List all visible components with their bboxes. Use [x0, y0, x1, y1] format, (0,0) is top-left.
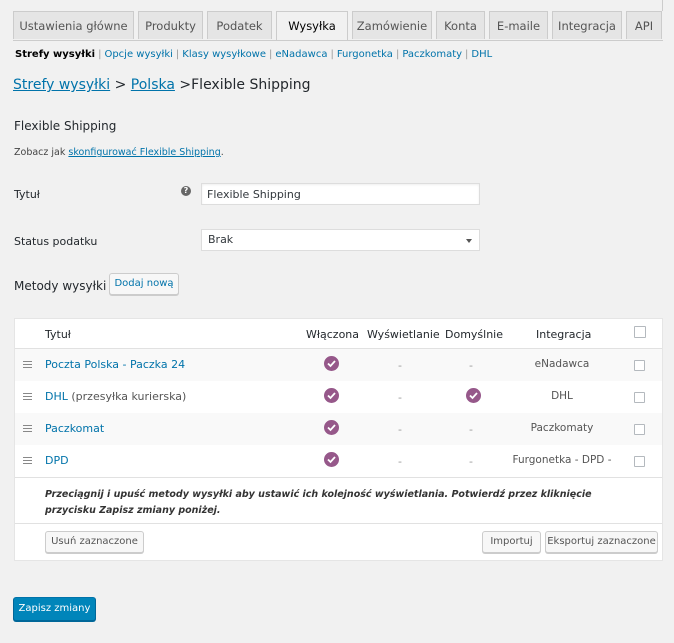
- tabs-divider: [13, 40, 663, 41]
- col-integration: Integracja: [536, 328, 592, 341]
- shipping-subnav: Strefy wysyłki | Opcje wysyłki | Klasy wysył…: [15, 49, 493, 60]
- scroll-edge: [662, 0, 663, 11]
- breadcrumb-country-link[interactable]: Polska: [131, 77, 175, 93]
- subnav-classes[interactable]: Klasy wysyłkowe: [182, 49, 266, 60]
- enabled-check-icon[interactable]: [324, 388, 339, 403]
- display-value: -: [398, 423, 402, 436]
- method-name[interactable]: Paczkomat: [45, 422, 104, 435]
- integration-value: Furgonetka - DPD -: [512, 454, 612, 466]
- row-checkbox[interactable]: [634, 424, 645, 435]
- display-value: -: [398, 359, 402, 372]
- enabled-check-icon[interactable]: [324, 420, 339, 435]
- default-value: -: [469, 359, 473, 372]
- tax-status-select[interactable]: Brak: [201, 229, 480, 251]
- drag-handle-icon[interactable]: [23, 361, 32, 370]
- tab-accounts[interactable]: Konta: [436, 11, 485, 39]
- default-value: -: [469, 423, 473, 436]
- tab-api[interactable]: API: [626, 11, 662, 39]
- title-label: Tytuł: [14, 188, 40, 201]
- col-display: Wyświetlanie: [367, 328, 440, 341]
- drag-handle-icon[interactable]: [23, 393, 32, 402]
- add-method-button[interactable]: Dodaj nową: [109, 273, 179, 295]
- breadcrumb-current: Flexible Shipping: [191, 77, 311, 93]
- row-checkbox[interactable]: [634, 456, 645, 467]
- subnav-options[interactable]: Opcje wysyłki: [104, 49, 172, 60]
- export-selected-button[interactable]: Eksportuj zaznaczone: [545, 531, 658, 553]
- table-row[interactable]: Poczta Polska - Paczka 24 - - eNadawca: [15, 349, 662, 381]
- col-enabled: Włączona: [306, 328, 360, 341]
- drag-drop-note: Przeciągnij i upuść metody wysyłki aby u…: [45, 489, 592, 516]
- drag-handle-icon[interactable]: [23, 425, 32, 434]
- drag-handle-icon[interactable]: [23, 457, 32, 466]
- display-value: -: [398, 391, 402, 404]
- select-all-checkbox[interactable]: [634, 326, 646, 338]
- subnav-zones[interactable]: Strefy wysyłki: [15, 49, 95, 60]
- integration-value: Paczkomaty: [530, 422, 594, 434]
- table-row[interactable]: Paczkomat - - Paczkomaty: [15, 413, 662, 445]
- methods-table: Tytuł Włączona Wyświetlanie Domyślnie In…: [14, 318, 663, 561]
- tab-products[interactable]: Produkty: [138, 11, 203, 39]
- col-default: Domyślnie: [445, 328, 504, 341]
- methods-label: Metody wysyłki: [14, 279, 107, 293]
- settings-tabs: Ustawienia główne Produkty Podatek Wysył…: [13, 11, 663, 41]
- tax-status-value: Brak: [208, 233, 234, 246]
- row-checkbox[interactable]: [634, 392, 645, 403]
- tab-shipping[interactable]: Wysyłka: [276, 11, 348, 41]
- row-checkbox[interactable]: [634, 360, 645, 371]
- table-row[interactable]: DPD - - Furgonetka - DPD -: [15, 445, 662, 477]
- title-input[interactable]: [201, 183, 480, 205]
- breadcrumb-zones-link[interactable]: Strefy wysyłki: [13, 77, 110, 93]
- import-button[interactable]: Importuj: [482, 531, 541, 553]
- table-row[interactable]: DHL (przesyłka kurierska) - DHL: [15, 381, 662, 413]
- integration-value: eNadawca: [534, 358, 590, 370]
- description-suffix: .: [220, 147, 224, 158]
- method-name[interactable]: DPD: [45, 454, 69, 467]
- enabled-check-icon[interactable]: [324, 452, 339, 467]
- subnav-dhl[interactable]: DHL: [471, 49, 492, 60]
- integration-value: DHL: [551, 390, 573, 402]
- default-value: -: [469, 455, 473, 468]
- enabled-check-icon[interactable]: [324, 356, 339, 371]
- default-check-icon[interactable]: [466, 388, 481, 403]
- tab-emails[interactable]: E-maile: [489, 11, 548, 39]
- tab-general[interactable]: Ustawienia główne: [13, 11, 134, 39]
- subnav-paczkomaty[interactable]: Paczkomaty: [402, 49, 462, 60]
- method-name[interactable]: DHL (przesyłka kurierska): [45, 390, 186, 403]
- subnav-furgonetka[interactable]: Furgonetka: [337, 49, 393, 60]
- subnav-enadawca[interactable]: eNadawca: [275, 49, 327, 60]
- col-title: Tytuł: [45, 328, 71, 341]
- chevron-down-icon: [466, 239, 472, 243]
- tab-orders[interactable]: Zamówienie: [352, 11, 432, 39]
- section-description: Zobacz jak skonfigurować Flexible Shippi…: [14, 147, 224, 158]
- save-changes-button[interactable]: Zapisz zmiany: [13, 597, 96, 621]
- tab-tax[interactable]: Podatek: [207, 11, 272, 39]
- tax-status-label: Status podatku: [14, 235, 98, 248]
- method-name[interactable]: Poczta Polska - Paczka 24: [45, 358, 185, 371]
- description-prefix: Zobacz jak: [14, 147, 69, 158]
- configure-link[interactable]: skonfigurować Flexible Shipping: [68, 147, 220, 158]
- footer-divider: [15, 523, 662, 524]
- help-icon[interactable]: ?: [181, 186, 191, 196]
- tab-integration[interactable]: Integracja: [552, 11, 622, 39]
- note-divider: [15, 477, 662, 478]
- delete-selected-button[interactable]: Usuń zaznaczone: [45, 531, 144, 553]
- section-title: Flexible Shipping: [14, 119, 117, 133]
- breadcrumb-separator: >: [174, 77, 192, 93]
- breadcrumb: Strefy wysyłki > Polska >Flexible Shippi…: [13, 77, 311, 93]
- breadcrumb-separator: >: [110, 77, 131, 93]
- display-value: -: [398, 455, 402, 468]
